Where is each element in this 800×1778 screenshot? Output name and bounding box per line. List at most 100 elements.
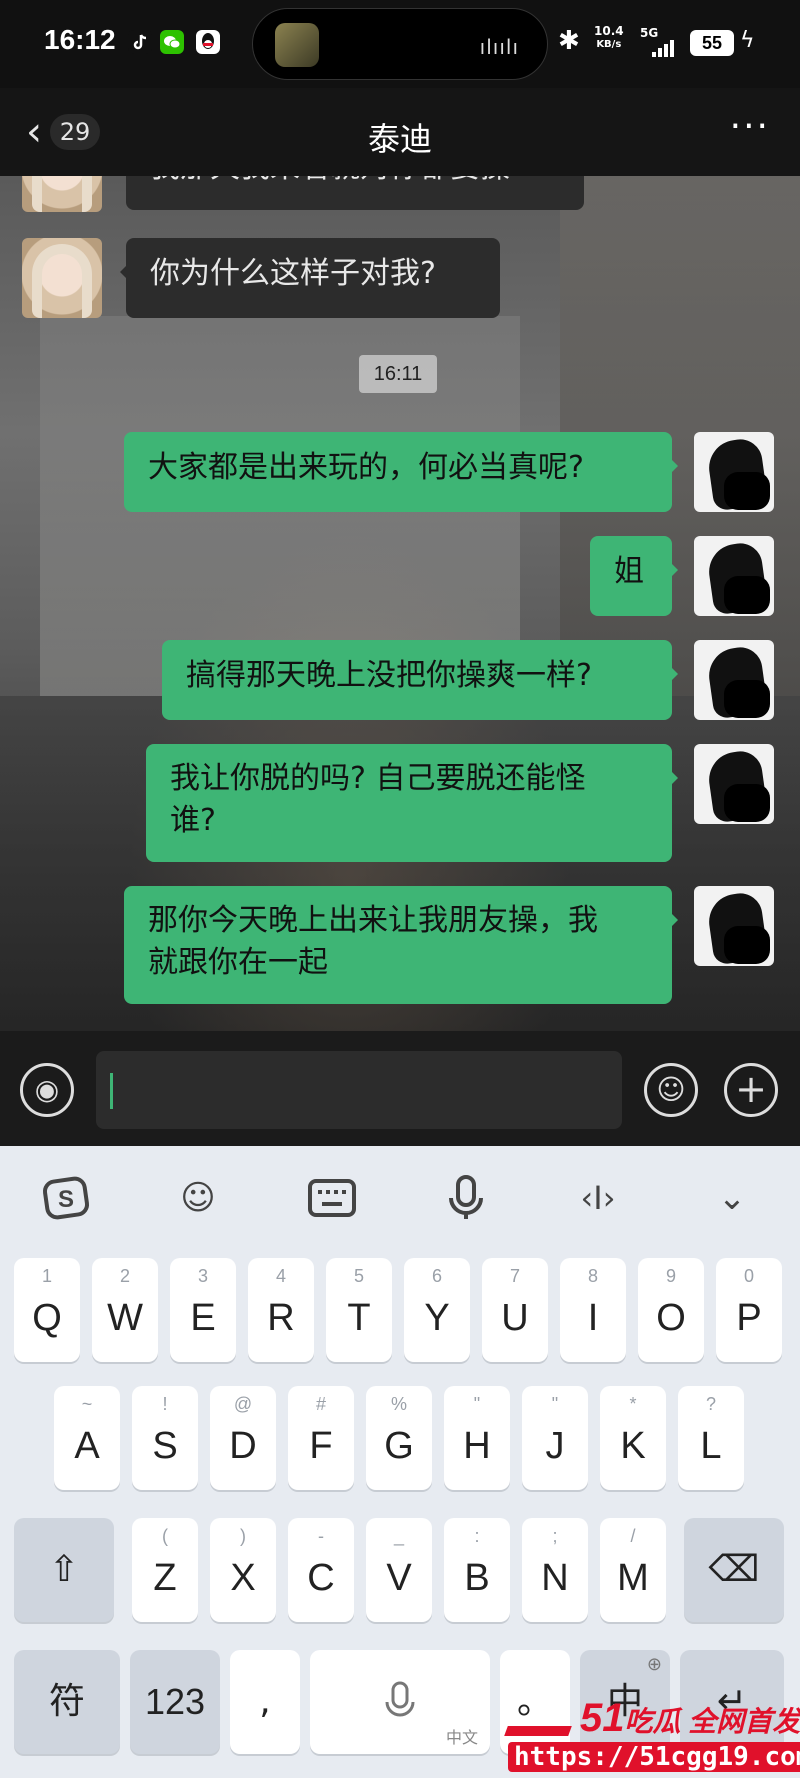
my-avatar[interactable] (694, 536, 774, 616)
key-label: P (736, 1297, 762, 1339)
key-y[interactable]: 6Y (404, 1258, 470, 1362)
key-label: Y (424, 1297, 450, 1339)
key-label: K (620, 1425, 646, 1467)
key-n[interactable]: ; N (522, 1518, 588, 1622)
key-e[interactable]: 3E (170, 1258, 236, 1362)
space-key[interactable]: 中文 (310, 1650, 490, 1754)
key-sub-label: 7 (509, 1266, 520, 1286)
network-speed-value: 10.4 (594, 24, 624, 38)
key-sub-label: # (315, 1394, 326, 1414)
emoji-button[interactable]: ☺ (644, 1063, 698, 1117)
more-options-button[interactable]: ··· (730, 106, 770, 147)
battery-level: 55 (690, 30, 734, 56)
status-time: 16:12 (44, 24, 116, 55)
key-label: 123 (144, 1681, 206, 1722)
dynamic-island[interactable]: ılıılı (252, 8, 548, 80)
key-d[interactable]: @ D (210, 1386, 276, 1490)
audio-wave-icon: ılıılı (479, 35, 519, 59)
key-sub-label: 0 (743, 1266, 754, 1286)
chat-message-list[interactable]: 我那天我来看就对你都要操 你为什么这样子对我? 16:11 大家都是出来玩的，何… (0, 176, 800, 1031)
watermark-brand: 51吃瓜 全网首发 (580, 1696, 800, 1741)
symbols-key[interactable]: 符 (14, 1650, 120, 1754)
key-a[interactable]: ~ A (54, 1386, 120, 1490)
key-w[interactable]: 2W (92, 1258, 158, 1362)
key-sub-label: 6 (431, 1266, 442, 1286)
message-input[interactable] (96, 1051, 622, 1129)
key-t[interactable]: 5T (326, 1258, 392, 1362)
key-o[interactable]: 9O (638, 1258, 704, 1362)
my-avatar[interactable] (694, 640, 774, 720)
my-avatar[interactable] (694, 432, 774, 512)
more-functions-button[interactable]: + (724, 1063, 778, 1117)
tiktok-icon (128, 30, 152, 54)
outgoing-message[interactable]: 搞得那天晚上没把你操爽一样? (162, 640, 678, 720)
message-input-bar: ◉ ☺ + (0, 1031, 800, 1146)
key-m[interactable]: / M (600, 1518, 666, 1622)
microphone-icon[interactable] (436, 1172, 496, 1224)
key-sub-label: 3 (197, 1266, 208, 1286)
voice-button[interactable]: ◉ (20, 1063, 74, 1117)
comma-key[interactable]: , (230, 1650, 300, 1754)
key-g[interactable]: % G (366, 1386, 432, 1490)
outgoing-message[interactable]: 姐 (590, 536, 678, 616)
key-label: N (541, 1557, 569, 1599)
key-j[interactable]: " J (522, 1386, 588, 1490)
outgoing-message[interactable]: 我让你脱的吗? 自己要脱还能怪 谁? (146, 744, 678, 862)
emoji-icon: ☺ (656, 1073, 686, 1106)
collapse-chevron-icon[interactable]: ⌄ (702, 1172, 762, 1224)
key-sub-label: : (474, 1526, 480, 1546)
outgoing-message[interactable]: 那你今天晚上出来让我朋友操，我 就跟你在一起 (124, 886, 678, 1004)
key-u[interactable]: 7U (482, 1258, 548, 1362)
key-b[interactable]: :B (444, 1518, 510, 1622)
key-sub-label: " (551, 1394, 559, 1414)
shift-icon: ⇧ (48, 1549, 80, 1590)
globe-icon: ⊕ (646, 1654, 662, 1675)
key-sub-label: ; (552, 1526, 558, 1546)
key-q[interactable]: 1Q (14, 1258, 80, 1362)
incoming-message[interactable]: 你为什么这样子对我? (120, 238, 500, 318)
key-label: F (309, 1425, 333, 1467)
message-line: 那你今天晚上出来让我朋友操，我 (148, 903, 598, 938)
text-cursor-icon[interactable]: ‹I› (568, 1172, 628, 1224)
key-label: E (190, 1297, 216, 1339)
key-l[interactable]: ? L (678, 1386, 744, 1490)
voice-icon: ◉ (34, 1073, 60, 1106)
key-sub-label: 8 (587, 1266, 598, 1286)
key-label: O (656, 1297, 686, 1339)
contact-avatar[interactable] (22, 238, 102, 318)
backspace-key[interactable]: ⌫ (684, 1518, 784, 1622)
key-s[interactable]: ! S (132, 1386, 198, 1490)
key-label: D (229, 1425, 257, 1467)
sogou-logo-icon[interactable]: S (36, 1172, 96, 1224)
key-i[interactable]: 8I (560, 1258, 626, 1362)
shift-key[interactable]: ⇧ (14, 1518, 114, 1622)
wechat-icon (160, 30, 184, 54)
key-sub-label: " (473, 1394, 481, 1414)
key-label: R (267, 1297, 295, 1339)
key-v[interactable]: _ V (366, 1518, 432, 1622)
keyboard-icon[interactable] (302, 1172, 362, 1224)
emoji-icon[interactable]: ☺ (168, 1172, 228, 1224)
my-avatar[interactable] (694, 744, 774, 824)
contact-avatar[interactable] (22, 176, 102, 212)
key-z[interactable]: (Z (132, 1518, 198, 1622)
outgoing-message[interactable]: 大家都是出来玩的，何必当真呢? (124, 432, 678, 512)
key-label: A (74, 1425, 100, 1467)
key-label: V (386, 1557, 412, 1599)
keyboard: S ☺ ‹I› ⌄ 1Q 2W 3E 4R 5T 6Y 7U 8I 9O 0P … (0, 1146, 800, 1778)
key-p[interactable]: 0P (716, 1258, 782, 1362)
key-label: C (307, 1557, 335, 1599)
key-x[interactable]: ) X (210, 1518, 276, 1622)
key-c[interactable]: -C (288, 1518, 354, 1622)
signal-bars-icon (652, 40, 674, 57)
key-f[interactable]: # F (288, 1386, 354, 1490)
key-sub-label: 4 (275, 1266, 286, 1286)
incoming-message[interactable]: 我那天我来看就对你都要操 (126, 176, 584, 210)
key-r[interactable]: 4R (248, 1258, 314, 1362)
numbers-key[interactable]: 123 (130, 1650, 220, 1754)
key-label: S (152, 1425, 178, 1467)
key-h[interactable]: " H (444, 1386, 510, 1490)
my-avatar[interactable] (694, 886, 774, 966)
key-k[interactable]: * K (600, 1386, 666, 1490)
watermark-tagline: 吃瓜 全网首发 (624, 1706, 800, 1737)
